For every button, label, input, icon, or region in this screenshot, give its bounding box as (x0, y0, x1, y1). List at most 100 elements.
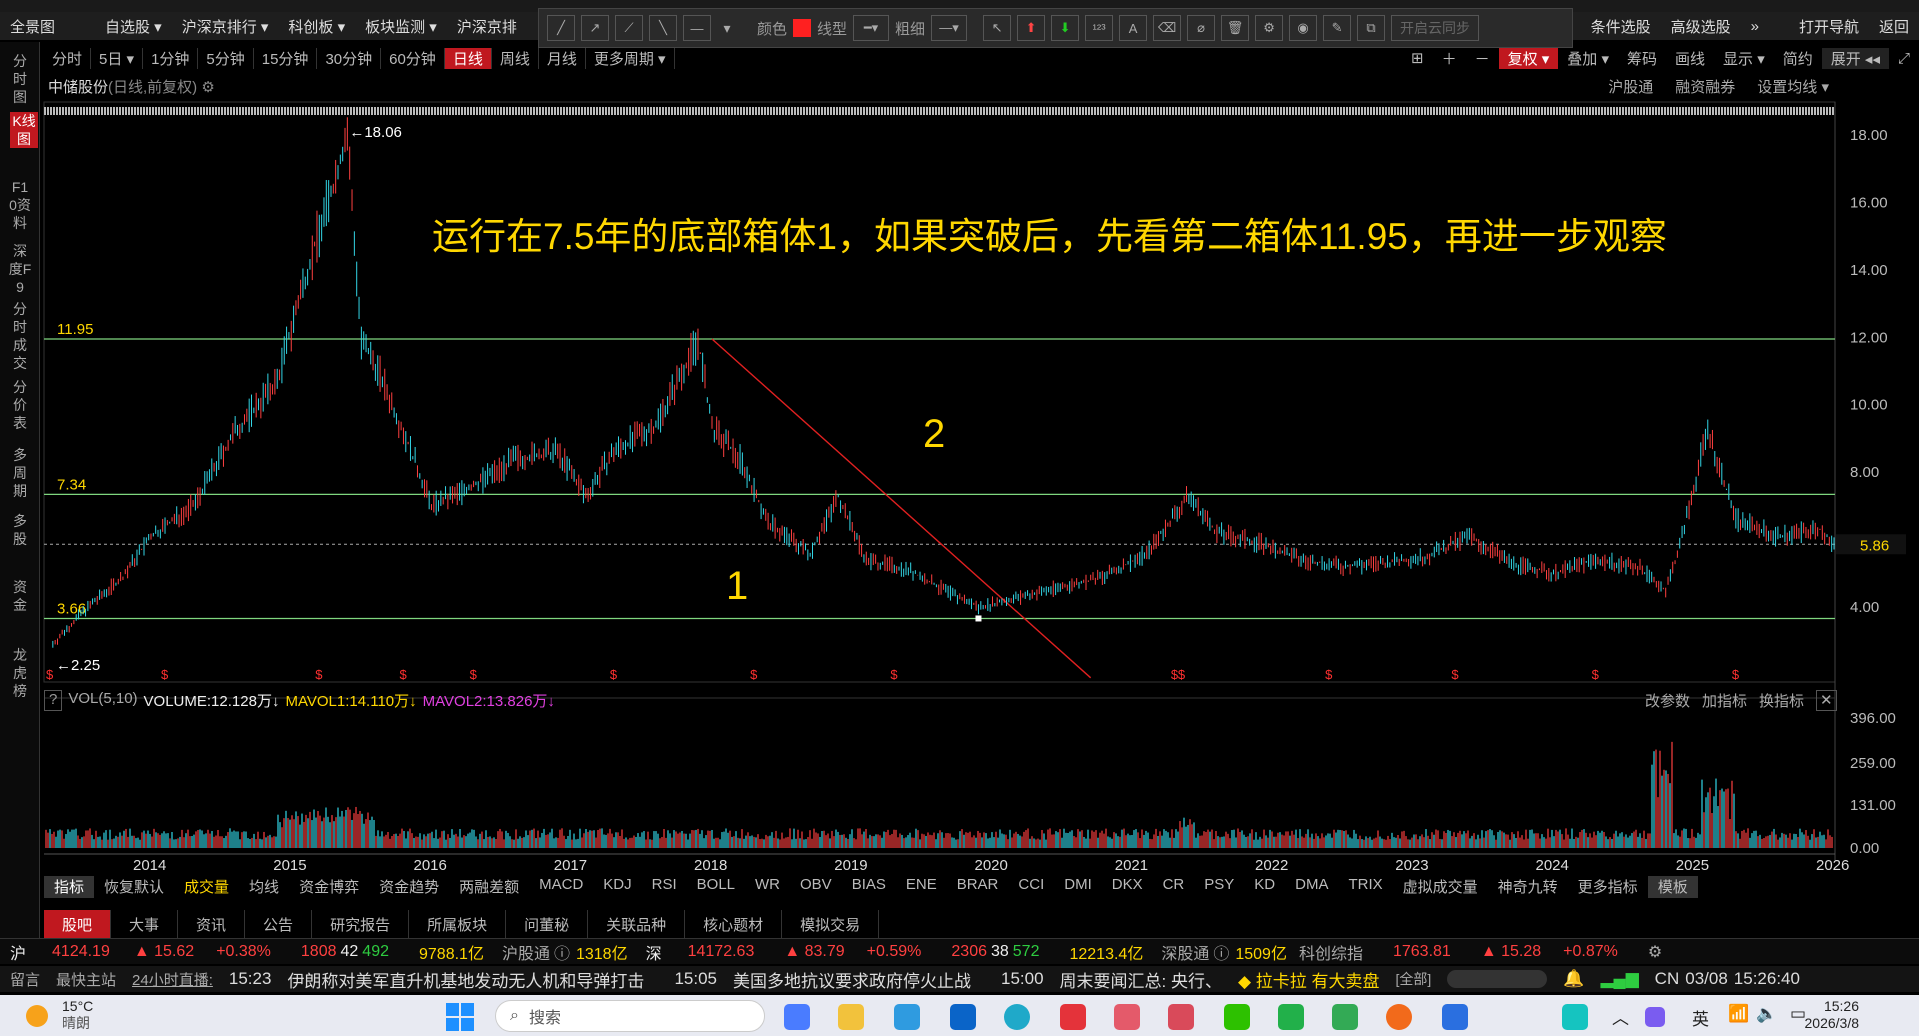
folder-icon[interactable] (838, 1004, 864, 1030)
indicator-tab[interactable]: 资金趋势 (369, 876, 449, 898)
help-icon[interactable]: ? (44, 690, 63, 711)
chevron-up-icon[interactable]: ︿ (1612, 1004, 1629, 1029)
indicator-tab[interactable]: 模板 (1647, 876, 1698, 898)
indicator-tab[interactable]: WR (745, 876, 790, 898)
indicator-tab[interactable]: ENE (896, 876, 947, 898)
indicator-tab[interactable]: 均线 (239, 876, 289, 898)
info-tab[interactable]: 公告 (245, 910, 313, 938)
settings-icon[interactable]: ⚙ (1648, 942, 1662, 962)
news-item[interactable]: 美国多地抗议要求政府停火止战 (733, 967, 971, 992)
live-label[interactable]: 24小时直播: (132, 969, 213, 990)
box-1-label: 1 (726, 564, 749, 608)
add-indicator-button[interactable]: 加指标 (1702, 690, 1747, 711)
all-news-button[interactable]: [全部] (1396, 969, 1432, 989)
indicator-tab[interactable]: TRIX (1338, 876, 1392, 898)
event-marker-icon: $ (315, 667, 323, 682)
indicator-tab[interactable]: RSI (642, 876, 687, 898)
wifi-icon[interactable]: 📶 (1728, 1004, 1749, 1024)
chat-icon[interactable] (1278, 1004, 1304, 1030)
wps-icon[interactable] (1060, 1004, 1086, 1030)
app-icon[interactable] (1168, 1004, 1194, 1030)
indicator-tab[interactable]: 恢复默认 (94, 876, 174, 898)
indicator-tab[interactable]: CR (1153, 876, 1195, 898)
info-tab[interactable]: 所属板块 (409, 910, 507, 938)
indicator-tab[interactable]: 两融差额 (449, 876, 529, 898)
info-tab[interactable]: 资讯 (178, 910, 246, 938)
eastmoney-icon[interactable] (1386, 1004, 1412, 1030)
indicator-tab[interactable]: 虚拟成交量 (1393, 876, 1488, 898)
volume-tick-label: 0.00 (1850, 840, 1879, 857)
bell-icon[interactable]: 🔔 (1563, 969, 1584, 989)
level-label: 11.95 (57, 321, 93, 338)
app-icon[interactable] (1645, 1007, 1665, 1027)
event-marker-icon: $ (1451, 667, 1459, 682)
info-tab[interactable]: 大事 (111, 910, 179, 938)
kc-change: ▲ 15.28 (1480, 942, 1542, 960)
sh-change: ▲ 15.62 (133, 942, 195, 960)
indicator-tab[interactable]: 神奇九转 (1488, 876, 1568, 898)
sh-label: 沪 (10, 945, 27, 963)
close-icon[interactable]: ✕ (1816, 690, 1837, 711)
battery-icon[interactable]: ▭ (1790, 1004, 1806, 1024)
news-item[interactable]: 伊朗称对美军直升机基地发动无人机和导弹打击 (287, 967, 644, 992)
indicator-tab[interactable]: DKX (1102, 876, 1153, 898)
weather-temp: 15°C (62, 998, 94, 1014)
indicator-tab[interactable]: 更多指标 (1568, 876, 1648, 898)
quick-server-button[interactable]: 最快主站 (56, 969, 116, 990)
app-icon[interactable] (784, 1004, 810, 1030)
sh-up: 1808 (300, 942, 337, 960)
info-tab[interactable]: 问董秘 (506, 910, 589, 938)
outlook-icon[interactable] (950, 1004, 976, 1030)
sgt-label[interactable]: 深股通 (1161, 940, 1209, 964)
start-icon[interactable] (446, 1003, 474, 1031)
app-icon[interactable] (894, 1004, 920, 1030)
change-params-button[interactable]: 改参数 (1645, 690, 1690, 711)
event-marker-icon: $ (750, 667, 758, 682)
app-icon[interactable] (1114, 1004, 1140, 1030)
indicator-tab[interactable]: 资金博弈 (289, 876, 369, 898)
switch-indicator-button[interactable]: 换指标 (1759, 690, 1804, 711)
volume-value: VOLUME:12.128万↓ (143, 693, 280, 710)
app-icon[interactable] (1442, 1004, 1468, 1030)
info-tab[interactable]: 关联品种 (588, 910, 686, 938)
news-item[interactable]: 周末要闻汇总: 央行、 (1060, 967, 1222, 992)
indicator-tab[interactable]: KDJ (593, 876, 641, 898)
x-tick-label: 2025 (1676, 857, 1709, 874)
ad-text[interactable]: ◆ 拉卡拉 有大卖盘 (1238, 967, 1380, 992)
ime-indicator[interactable]: 英 (1692, 1005, 1709, 1030)
app-icon[interactable] (1562, 1004, 1588, 1030)
weather-icon[interactable] (26, 1005, 48, 1027)
info-tab[interactable]: 模拟交易 (782, 910, 880, 938)
x-tick-label: 2015 (273, 857, 306, 874)
wechat-icon[interactable] (1224, 1004, 1250, 1030)
indicator-tab[interactable]: BOLL (687, 876, 745, 898)
app-icon[interactable] (1332, 1004, 1358, 1030)
info-tab[interactable]: 研究报告 (312, 910, 410, 938)
trend-line (711, 338, 1092, 679)
hgt-label[interactable]: 沪股通 (502, 940, 550, 964)
indicator-tab[interactable]: CCI (1008, 876, 1054, 898)
indicator-tab[interactable]: MACD (529, 876, 593, 898)
volume-tick-label: 131.00 (1850, 797, 1896, 814)
indicator-tab[interactable]: KD (1244, 876, 1285, 898)
sz-label: 深 (645, 945, 662, 963)
edge-icon[interactable] (1004, 1004, 1030, 1030)
indicator-tab[interactable]: DMA (1285, 876, 1338, 898)
indicator-tab[interactable]: OBV (790, 876, 842, 898)
indicator-tab[interactable]: BIAS (842, 876, 896, 898)
info-tab[interactable]: 核心题材 (685, 910, 783, 938)
indicator-tab[interactable]: 成交量 (174, 876, 239, 898)
search-field[interactable] (1447, 970, 1548, 988)
indicator-tab[interactable]: BRAR (947, 876, 1009, 898)
indicator-tab[interactable]: PSY (1194, 876, 1244, 898)
volume-icon[interactable]: 🔈 (1756, 1004, 1777, 1024)
x-tick-label: 2016 (414, 857, 447, 874)
taskbar-search[interactable]: ⌕ 搜索 (495, 1000, 765, 1032)
y-tick-label: 8.00 (1850, 464, 1879, 481)
info-tab[interactable]: 股吧 (44, 910, 112, 938)
sh-amount: 9788.1亿 (419, 945, 484, 963)
indicator-tab[interactable]: 指标 (44, 876, 95, 898)
event-marker-icon: $ (399, 667, 407, 682)
message-button[interactable]: 留言 (10, 969, 40, 990)
indicator-tab[interactable]: DMI (1054, 876, 1102, 898)
